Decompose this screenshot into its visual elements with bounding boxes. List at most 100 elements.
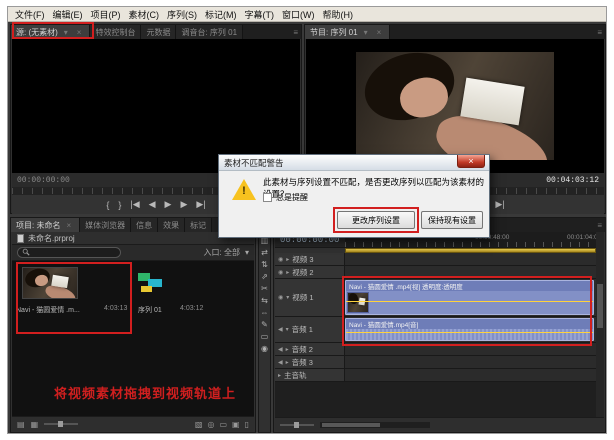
speaker-icon[interactable]: ◀ — [278, 359, 283, 366]
menu-item-sequence[interactable]: 序列(S) — [163, 8, 201, 21]
sequence-icon[interactable] — [136, 271, 166, 295]
track-video-3-lane[interactable] — [345, 253, 596, 265]
menu-item-title[interactable]: 字幕(T) — [241, 8, 279, 21]
list-view-icon[interactable]: ▤ — [17, 420, 25, 429]
menu-item-clip[interactable]: 素材(C) — [125, 8, 164, 21]
set-out-point-icon[interactable]: } — [118, 200, 121, 210]
slip-tool-icon[interactable]: ⇆ — [261, 296, 268, 305]
track-master-header[interactable]: ▸ 主音轨 — [275, 369, 345, 381]
track-audio-2-lane[interactable] — [345, 343, 596, 355]
expand-icon[interactable]: ▾ — [286, 294, 289, 301]
clip-mismatch-dialog: 素材不匹配警告 × ! 此素材与序列设置不匹配，是否更改序列以匹配为该素材的设置… — [218, 154, 490, 238]
sequence-item-name[interactable]: 序列 01 — [138, 305, 162, 315]
new-bin-icon[interactable]: ▭ — [219, 420, 227, 429]
find-icon[interactable]: ◎ — [207, 420, 214, 429]
eye-icon[interactable]: ◉ — [278, 294, 283, 301]
change-sequence-settings-button[interactable]: 更改序列设置 — [337, 211, 415, 229]
track-audio-3-header[interactable]: ◀ ▸ 音频 3 — [275, 356, 345, 368]
timeline-zoom-slider[interactable] — [280, 424, 314, 426]
chevron-down-icon[interactable]: ▾ — [61, 28, 71, 37]
tab-markers[interactable]: 标记 — [185, 218, 212, 232]
menu-item-help[interactable]: 帮助(H) — [319, 8, 358, 21]
expand-icon[interactable]: ▾ — [286, 326, 289, 333]
menu-item-marker[interactable]: 标记(M) — [201, 8, 241, 21]
rate-stretch-tool-icon[interactable]: ⇗ — [261, 272, 268, 281]
collapse-icon[interactable]: ▸ — [278, 372, 281, 379]
play-icon[interactable]: ▶ — [165, 199, 172, 210]
keep-existing-settings-button[interactable]: 保持现有设置 — [421, 211, 483, 229]
tab-effects[interactable]: 效果 — [158, 218, 185, 232]
close-icon[interactable]: × — [374, 28, 385, 37]
opacity-rubber-band[interactable] — [346, 301, 593, 302]
clip-item-name[interactable]: Navi - 猫圆爱情 .m... — [16, 305, 80, 315]
collapse-icon[interactable]: ▸ — [286, 359, 289, 366]
entry-filter-label[interactable]: 入口: 全部 — [204, 247, 240, 258]
tab-info[interactable]: 信息 — [131, 218, 158, 232]
always-remind-checkbox[interactable] — [263, 193, 272, 202]
thumbnail-zoom-slider[interactable] — [44, 423, 78, 425]
track-video-2-header[interactable]: ◉ ▸ 视频 2 — [275, 266, 345, 278]
menu-item-edit[interactable]: 编辑(E) — [49, 8, 87, 21]
volume-rubber-band[interactable] — [346, 332, 593, 333]
clip-thumbnail[interactable] — [22, 267, 78, 299]
track-video-3-header[interactable]: ◉ ▸ 视频 3 — [275, 253, 345, 265]
track-label: 视频 1 — [292, 292, 313, 303]
search-input[interactable] — [33, 248, 116, 257]
new-item-icon[interactable]: ▣ — [232, 420, 240, 429]
dialog-close-button[interactable]: × — [457, 155, 485, 168]
razor-tool-icon[interactable]: ✂ — [261, 284, 268, 293]
eye-icon[interactable]: ◉ — [278, 256, 283, 263]
automate-to-sequence-icon[interactable]: ▧ — [195, 420, 203, 429]
track-master-lane[interactable] — [345, 369, 596, 381]
slide-tool-icon[interactable]: ⇔ — [261, 308, 269, 317]
rolling-edit-tool-icon[interactable]: ⇅ — [261, 260, 268, 269]
track-video-3: ◉ ▸ 视频 3 — [275, 253, 596, 266]
tab-project[interactable]: 项目: 未命名 × — [11, 218, 80, 232]
step-back-icon[interactable]: ◀ — [149, 199, 156, 210]
tab-metadata[interactable]: 元数据 — [141, 25, 176, 39]
tab-audio-mixer[interactable]: 调音台: 序列 01 — [176, 25, 243, 39]
hand-tool-icon[interactable]: ▭ — [261, 332, 269, 341]
collapse-icon[interactable]: ▸ — [286, 269, 289, 276]
track-audio-3-lane[interactable] — [345, 356, 596, 368]
timeline-horizontal-scrollbar[interactable] — [320, 422, 430, 428]
tab-effect-controls[interactable]: 特效控制台 — [90, 25, 141, 39]
video-clip[interactable]: Navi - 猫圆爱情 .mp4[视] 透明度:透明度 — [345, 280, 594, 315]
panel-menu-icon[interactable]: ≡ — [594, 25, 605, 39]
go-to-out-icon[interactable]: ▶| — [196, 199, 205, 210]
timeline-vertical-scrollbar[interactable] — [596, 232, 604, 417]
close-icon[interactable]: × — [63, 221, 74, 230]
panel-menu-icon[interactable]: ≡ — [290, 25, 301, 39]
chevron-down-icon[interactable]: ▾ — [361, 28, 371, 37]
speaker-icon[interactable]: ◀ — [278, 326, 283, 333]
collapse-icon[interactable]: ▸ — [286, 256, 289, 263]
track-video-1-lane[interactable]: Navi - 猫圆爱情 .mp4[视] 透明度:透明度 — [345, 279, 596, 316]
go-to-in-icon[interactable]: |◀ — [130, 199, 139, 210]
chevron-down-icon[interactable]: ▾ — [245, 248, 249, 257]
zoom-tool-icon[interactable]: ◉ — [261, 344, 268, 353]
panel-menu-icon[interactable]: ≡ — [594, 218, 605, 232]
eye-icon[interactable]: ◉ — [278, 269, 283, 276]
trash-icon[interactable]: ▯ — [245, 420, 249, 429]
go-to-out-icon[interactable]: ▶| — [495, 199, 504, 210]
track-video-2-lane[interactable] — [345, 266, 596, 278]
track-audio-2-header[interactable]: ◀ ▸ 音频 2 — [275, 343, 345, 355]
close-icon[interactable]: × — [74, 28, 85, 37]
step-forward-icon[interactable]: ▶ — [180, 199, 187, 210]
collapse-icon[interactable]: ▸ — [286, 346, 289, 353]
audio-clip[interactable]: Navi - 猫圆爱情.mp4[音] — [345, 318, 594, 341]
speaker-icon[interactable]: ◀ — [278, 346, 283, 353]
menu-item-project[interactable]: 项目(P) — [87, 8, 125, 21]
tab-source[interactable]: 源: (无素材) ▾ × — [11, 25, 90, 39]
pen-tool-icon[interactable]: ✎ — [261, 320, 268, 329]
track-audio-1-header[interactable]: ◀ ▾ 音频 1 — [275, 317, 345, 342]
ripple-edit-tool-icon[interactable]: ⇄ — [261, 248, 268, 257]
icon-view-icon[interactable]: ▦ — [31, 420, 39, 429]
track-video-1-header[interactable]: ◉ ▾ 视频 1 — [275, 279, 345, 316]
menu-item-file[interactable]: 文件(F) — [11, 8, 49, 21]
set-in-point-icon[interactable]: { — [106, 200, 109, 210]
tab-media-browser[interactable]: 媒体浏览器 — [80, 218, 131, 232]
track-audio-1-lane[interactable]: Navi - 猫圆爱情.mp4[音] — [345, 317, 596, 342]
tab-program[interactable]: 节目: 序列 01 ▾ × — [305, 25, 390, 39]
menu-item-window[interactable]: 窗口(W) — [278, 8, 319, 21]
